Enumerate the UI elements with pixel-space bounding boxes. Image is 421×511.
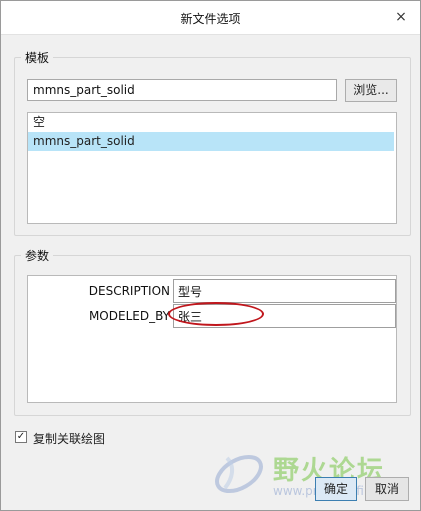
- watermark-logo-icon: [215, 454, 263, 494]
- cancel-button[interactable]: 取消: [365, 477, 409, 501]
- param-name-modeled-by: MODELED_BY: [88, 309, 170, 323]
- template-list-item-empty[interactable]: 空: [28, 113, 396, 132]
- param-row-modeled-by: MODELED_BY 张三: [28, 304, 396, 328]
- close-icon[interactable]: ×: [392, 7, 410, 27]
- copy-drawing-label[interactable]: 复制关联绘图: [33, 430, 105, 447]
- param-name-description: DESCRIPTION: [88, 284, 170, 298]
- browse-button[interactable]: 浏览...: [345, 79, 397, 102]
- parameters-table: DESCRIPTION 型号 MODELED_BY 张三: [27, 275, 397, 403]
- new-file-options-dialog: 新文件选项 × 模板 浏览... 空 mmns_part_solid 参数 DE…: [0, 0, 421, 511]
- ok-button[interactable]: 确定: [315, 477, 357, 501]
- template-group-legend: 模板: [25, 51, 50, 65]
- checkbox-checked-icon[interactable]: ✓: [15, 431, 27, 443]
- template-list-item-mmns-part-solid[interactable]: mmns_part_solid: [28, 132, 394, 151]
- parameters-group-legend: 参数: [25, 249, 50, 263]
- template-list[interactable]: 空 mmns_part_solid: [27, 112, 397, 224]
- param-value-description[interactable]: 型号: [173, 279, 396, 303]
- param-value-modeled-by[interactable]: 张三: [173, 304, 396, 328]
- param-row-description: DESCRIPTION 型号: [28, 279, 396, 303]
- template-input[interactable]: [27, 79, 337, 101]
- title-bar[interactable]: 新文件选项 ×: [1, 1, 420, 35]
- dialog-title: 新文件选项: [180, 12, 241, 26]
